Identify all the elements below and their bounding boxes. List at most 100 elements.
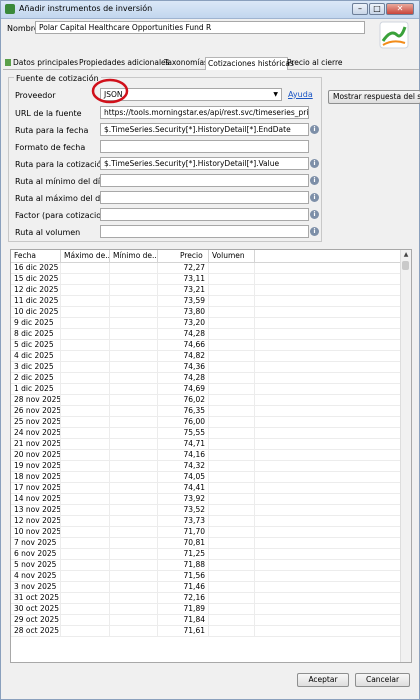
show-response-button[interactable]: Mostrar respuesta del ser xyxy=(328,90,420,104)
volume-cell xyxy=(209,318,255,328)
min-cell xyxy=(110,604,158,614)
table-row[interactable]: 24 nov 2025 75,55 xyxy=(11,428,400,439)
volume-cell xyxy=(209,604,255,614)
min-cell xyxy=(110,406,158,416)
table-row[interactable]: 28 oct 2025 71,61 xyxy=(11,626,400,637)
prices-table[interactable]: Fecha Máximo de... Mínimo de... Precio V… xyxy=(10,249,412,663)
table-row[interactable]: 10 nov 2025 71,70 xyxy=(11,527,400,538)
table-row[interactable]: 4 nov 2025 71,56 xyxy=(11,571,400,582)
table-row[interactable]: 30 oct 2025 71,89 xyxy=(11,604,400,615)
factor-input[interactable] xyxy=(100,208,309,221)
volume-cell xyxy=(209,527,255,537)
tab-taxonomias[interactable]: Taxonomías xyxy=(162,57,208,69)
price-cell: 76,02 xyxy=(158,395,209,405)
table-row[interactable]: 18 nov 2025 74,05 xyxy=(11,472,400,483)
vertical-scrollbar[interactable]: ▲ xyxy=(400,250,411,662)
date-format-label: Formato de fecha xyxy=(15,143,86,152)
table-row[interactable]: 19 nov 2025 74,32 xyxy=(11,461,400,472)
tab-propiedades-adicionales[interactable]: Propiedades adicionales xyxy=(77,57,170,69)
price-cell: 71,89 xyxy=(158,604,209,614)
cancel-button[interactable]: Cancelar xyxy=(355,673,410,687)
price-cell: 71,70 xyxy=(158,527,209,537)
url-input[interactable]: https://tools.morningstar.es/api/rest.sv… xyxy=(100,106,309,119)
volume-cell xyxy=(209,582,255,592)
max-cell xyxy=(61,571,110,581)
min-cell xyxy=(110,571,158,581)
scroll-up-icon[interactable]: ▲ xyxy=(401,250,411,260)
table-row[interactable]: 11 dic 2025 73,59 xyxy=(11,296,400,307)
maximize-icon[interactable]: □ xyxy=(369,3,385,15)
column-header-maximo[interactable]: Máximo de... xyxy=(61,250,110,262)
table-row[interactable]: 4 dic 2025 74,82 xyxy=(11,351,400,362)
info-icon[interactable]: i xyxy=(310,227,319,236)
table-row[interactable]: 17 nov 2025 74,41 xyxy=(11,483,400,494)
scroll-thumb[interactable] xyxy=(402,261,409,270)
table-row[interactable]: 9 dic 2025 73,20 xyxy=(11,318,400,329)
table-row[interactable]: 5 nov 2025 71,88 xyxy=(11,560,400,571)
min-cell xyxy=(110,516,158,526)
max-cell xyxy=(61,428,110,438)
info-icon[interactable]: i xyxy=(310,210,319,219)
info-icon[interactable]: i xyxy=(310,176,319,185)
info-icon[interactable]: i xyxy=(310,159,319,168)
table-row[interactable]: 20 nov 2025 74,16 xyxy=(11,450,400,461)
name-input[interactable]: Polar Capital Healthcare Opportunities F… xyxy=(35,21,365,34)
table-row[interactable]: 10 dic 2025 73,80 xyxy=(11,307,400,318)
price-cell: 73,21 xyxy=(158,285,209,295)
date-path-input[interactable]: $.TimeSeries.Security[*].HistoryDetail[*… xyxy=(100,123,309,136)
date-format-input[interactable] xyxy=(100,140,309,153)
table-row[interactable]: 12 dic 2025 73,21 xyxy=(11,285,400,296)
source-group-title: Fuente de cotización xyxy=(14,74,101,83)
table-row[interactable]: 26 nov 2025 76,35 xyxy=(11,406,400,417)
min-cell xyxy=(110,593,158,603)
max-cell xyxy=(61,417,110,427)
dialog-window: Añadir instrumentos de inversión – □ ✕ N… xyxy=(0,0,420,700)
table-row[interactable]: 14 nov 2025 73,92 xyxy=(11,494,400,505)
table-row[interactable]: 12 nov 2025 73,73 xyxy=(11,516,400,527)
volume-path-input[interactable] xyxy=(100,225,309,238)
date-cell: 30 oct 2025 xyxy=(11,604,61,614)
table-row[interactable]: 6 nov 2025 71,25 xyxy=(11,549,400,560)
table-row[interactable]: 7 nov 2025 70,81 xyxy=(11,538,400,549)
info-icon[interactable]: i xyxy=(310,125,319,134)
min-cell xyxy=(110,450,158,460)
max-cell xyxy=(61,307,110,317)
table-row[interactable]: 16 dic 2025 72,27 xyxy=(11,263,400,274)
help-link[interactable]: Ayuda xyxy=(288,90,313,99)
table-row[interactable]: 5 dic 2025 74,66 xyxy=(11,340,400,351)
table-row[interactable]: 8 dic 2025 74,28 xyxy=(11,329,400,340)
column-header-volumen[interactable]: Volumen xyxy=(209,250,255,262)
tab-datos-principales[interactable]: Datos principales xyxy=(3,57,78,69)
chevron-down-icon: ▼ xyxy=(273,91,278,98)
max-cell xyxy=(61,318,110,328)
table-row[interactable]: 2 dic 2025 74,28 xyxy=(11,373,400,384)
table-row[interactable]: 28 nov 2025 76,02 xyxy=(11,395,400,406)
tab-precio-al-cierre[interactable]: Precio al cierre xyxy=(285,57,342,69)
max-cell xyxy=(61,516,110,526)
minimize-icon[interactable]: – xyxy=(352,3,368,15)
column-header-minimo[interactable]: Mínimo de... xyxy=(110,250,158,262)
table-row[interactable]: 3 dic 2025 74,36 xyxy=(11,362,400,373)
price-cell: 73,80 xyxy=(158,307,209,317)
close-icon[interactable]: ✕ xyxy=(386,3,414,15)
column-header-fecha[interactable]: Fecha xyxy=(11,250,61,262)
info-icon[interactable]: i xyxy=(310,193,319,202)
title-bar[interactable]: Añadir instrumentos de inversión – □ ✕ xyxy=(1,1,419,19)
table-row[interactable]: 21 nov 2025 74,71 xyxy=(11,439,400,450)
max-path-input[interactable] xyxy=(100,191,309,204)
tab-cotizaciones-historicas[interactable]: Cotizaciones históricas xyxy=(205,57,294,70)
table-row[interactable]: 3 nov 2025 71,46 xyxy=(11,582,400,593)
table-row[interactable]: 29 oct 2025 71,84 xyxy=(11,615,400,626)
price-path-input[interactable]: $.TimeSeries.Security[*].HistoryDetail[*… xyxy=(100,157,309,170)
min-cell xyxy=(110,505,158,515)
column-header-precio[interactable]: Precio xyxy=(158,250,209,262)
min-cell xyxy=(110,472,158,482)
accept-button[interactable]: Aceptar xyxy=(297,673,349,687)
table-row[interactable]: 1 dic 2025 74,69 xyxy=(11,384,400,395)
table-row[interactable]: 13 nov 2025 73,52 xyxy=(11,505,400,516)
table-row[interactable]: 15 dic 2025 73,11 xyxy=(11,274,400,285)
min-path-input[interactable] xyxy=(100,174,309,187)
table-row[interactable]: 25 nov 2025 76,00 xyxy=(11,417,400,428)
min-cell xyxy=(110,615,158,625)
table-row[interactable]: 31 oct 2025 72,16 xyxy=(11,593,400,604)
